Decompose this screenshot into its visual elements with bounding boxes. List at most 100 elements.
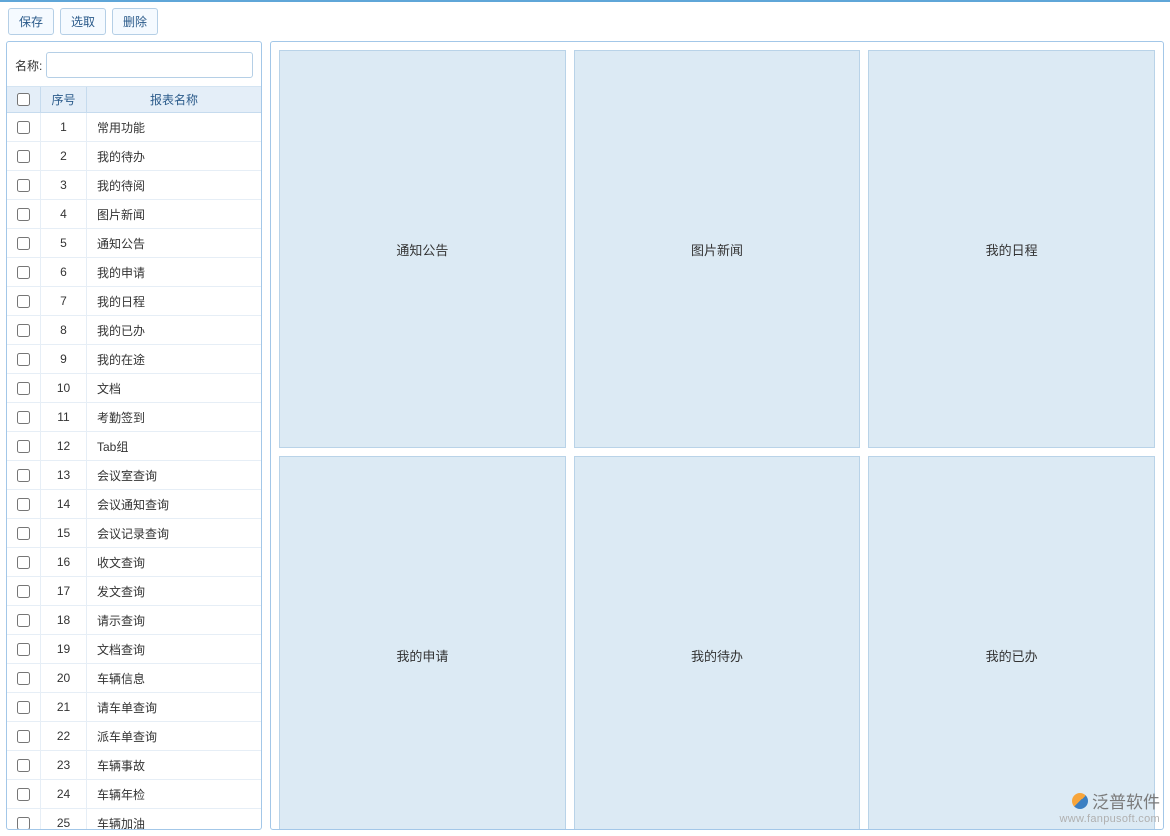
row-checkbox[interactable] bbox=[17, 353, 30, 366]
row-name: 我的已办 bbox=[87, 316, 261, 344]
row-name: 我的在途 bbox=[87, 345, 261, 373]
card-label: 我的申请 bbox=[396, 646, 448, 665]
table-row[interactable]: 24车辆年检 bbox=[7, 780, 261, 809]
row-checkbox[interactable] bbox=[17, 817, 30, 830]
row-name: 会议通知查询 bbox=[87, 490, 261, 518]
row-checkbox-cell bbox=[7, 171, 41, 199]
row-checkbox[interactable] bbox=[17, 469, 30, 482]
row-name: 文档查询 bbox=[87, 635, 261, 663]
dashboard-card[interactable]: 我的申请 bbox=[279, 456, 566, 830]
row-checkbox[interactable] bbox=[17, 295, 30, 308]
row-name: 车辆加油 bbox=[87, 809, 261, 829]
row-name: 我的待办 bbox=[87, 142, 261, 170]
card-label: 我的已办 bbox=[986, 646, 1038, 665]
row-name: 发文查询 bbox=[87, 577, 261, 605]
name-filter-input[interactable] bbox=[46, 52, 253, 78]
table-row[interactable]: 4图片新闻 bbox=[7, 200, 261, 229]
row-checkbox-cell bbox=[7, 664, 41, 692]
row-checkbox[interactable] bbox=[17, 788, 30, 801]
table-row[interactable]: 20车辆信息 bbox=[7, 664, 261, 693]
table-row[interactable]: 12Tab组 bbox=[7, 432, 261, 461]
row-checkbox[interactable] bbox=[17, 179, 30, 192]
row-checkbox-cell bbox=[7, 490, 41, 518]
table-row[interactable]: 18请示查询 bbox=[7, 606, 261, 635]
table-row[interactable]: 13会议室查询 bbox=[7, 461, 261, 490]
table-body[interactable]: 1常用功能2我的待办3我的待阅4图片新闻5通知公告6我的申请7我的日程8我的已办… bbox=[7, 113, 261, 829]
delete-button[interactable]: 删除 bbox=[112, 8, 158, 35]
table-row[interactable]: 14会议通知查询 bbox=[7, 490, 261, 519]
row-checkbox[interactable] bbox=[17, 701, 30, 714]
dashboard-card[interactable]: 通知公告 bbox=[279, 50, 566, 448]
table-row[interactable]: 17发文查询 bbox=[7, 577, 261, 606]
table-row[interactable]: 11考勤签到 bbox=[7, 403, 261, 432]
row-checkbox[interactable] bbox=[17, 266, 30, 279]
table-row[interactable]: 10文档 bbox=[7, 374, 261, 403]
table-row[interactable]: 1常用功能 bbox=[7, 113, 261, 142]
table-row[interactable]: 6我的申请 bbox=[7, 258, 261, 287]
row-checkbox[interactable] bbox=[17, 672, 30, 685]
dashboard-card[interactable]: 我的待办 bbox=[574, 456, 861, 830]
select-button[interactable]: 选取 bbox=[60, 8, 106, 35]
table-row[interactable]: 3我的待阅 bbox=[7, 171, 261, 200]
row-checkbox[interactable] bbox=[17, 585, 30, 598]
filter-row: 名称: bbox=[7, 42, 261, 86]
row-index: 9 bbox=[41, 345, 87, 373]
card-label: 通知公告 bbox=[396, 240, 448, 259]
table-row[interactable]: 25车辆加油 bbox=[7, 809, 261, 829]
table-row[interactable]: 2我的待办 bbox=[7, 142, 261, 171]
table-row[interactable]: 22派车单查询 bbox=[7, 722, 261, 751]
row-name: 车辆年检 bbox=[87, 780, 261, 808]
table-header: 序号 报表名称 bbox=[7, 87, 261, 113]
row-checkbox[interactable] bbox=[17, 382, 30, 395]
table-row[interactable]: 15会议记录查询 bbox=[7, 519, 261, 548]
table-row[interactable]: 19文档查询 bbox=[7, 635, 261, 664]
row-checkbox[interactable] bbox=[17, 759, 30, 772]
row-index: 22 bbox=[41, 722, 87, 750]
row-checkbox[interactable] bbox=[17, 527, 30, 540]
table-row[interactable]: 21请车单查询 bbox=[7, 693, 261, 722]
row-checkbox-cell bbox=[7, 461, 41, 489]
row-checkbox-cell bbox=[7, 548, 41, 576]
row-checkbox-cell bbox=[7, 374, 41, 402]
select-all-checkbox[interactable] bbox=[17, 93, 30, 106]
row-name: 考勤签到 bbox=[87, 403, 261, 431]
row-checkbox[interactable] bbox=[17, 440, 30, 453]
row-index: 5 bbox=[41, 229, 87, 257]
row-checkbox[interactable] bbox=[17, 208, 30, 221]
row-checkbox-cell bbox=[7, 432, 41, 460]
row-index: 23 bbox=[41, 751, 87, 779]
row-name: 车辆事故 bbox=[87, 751, 261, 779]
row-checkbox[interactable] bbox=[17, 150, 30, 163]
row-checkbox[interactable] bbox=[17, 237, 30, 250]
row-checkbox-cell bbox=[7, 258, 41, 286]
row-index: 18 bbox=[41, 606, 87, 634]
row-checkbox[interactable] bbox=[17, 556, 30, 569]
row-checkbox[interactable] bbox=[17, 643, 30, 656]
table-row[interactable]: 7我的日程 bbox=[7, 287, 261, 316]
row-checkbox[interactable] bbox=[17, 614, 30, 627]
row-checkbox[interactable] bbox=[17, 324, 30, 337]
table-row[interactable]: 5通知公告 bbox=[7, 229, 261, 258]
row-checkbox[interactable] bbox=[17, 498, 30, 511]
row-checkbox[interactable] bbox=[17, 730, 30, 743]
row-name: 我的申请 bbox=[87, 258, 261, 286]
main-layout: 名称: 序号 报表名称 1常用功能2我的待办3我的待阅4图片新闻5通知公告6我的… bbox=[0, 41, 1170, 836]
dashboard-card[interactable]: 图片新闻 bbox=[574, 50, 861, 448]
row-name: 文档 bbox=[87, 374, 261, 402]
row-name: 图片新闻 bbox=[87, 200, 261, 228]
row-checkbox-cell bbox=[7, 693, 41, 721]
dashboard-card[interactable]: 我的已办 bbox=[868, 456, 1155, 830]
row-index: 19 bbox=[41, 635, 87, 663]
table-row[interactable]: 23车辆事故 bbox=[7, 751, 261, 780]
row-checkbox[interactable] bbox=[17, 411, 30, 424]
table-row[interactable]: 16收文查询 bbox=[7, 548, 261, 577]
row-index: 8 bbox=[41, 316, 87, 344]
table-row[interactable]: 8我的已办 bbox=[7, 316, 261, 345]
dashboard-card[interactable]: 我的日程 bbox=[868, 50, 1155, 448]
save-button[interactable]: 保存 bbox=[8, 8, 54, 35]
card-label: 图片新闻 bbox=[691, 240, 743, 259]
row-checkbox-cell bbox=[7, 635, 41, 663]
row-checkbox[interactable] bbox=[17, 121, 30, 134]
table-row[interactable]: 9我的在途 bbox=[7, 345, 261, 374]
row-name: Tab组 bbox=[87, 432, 261, 460]
